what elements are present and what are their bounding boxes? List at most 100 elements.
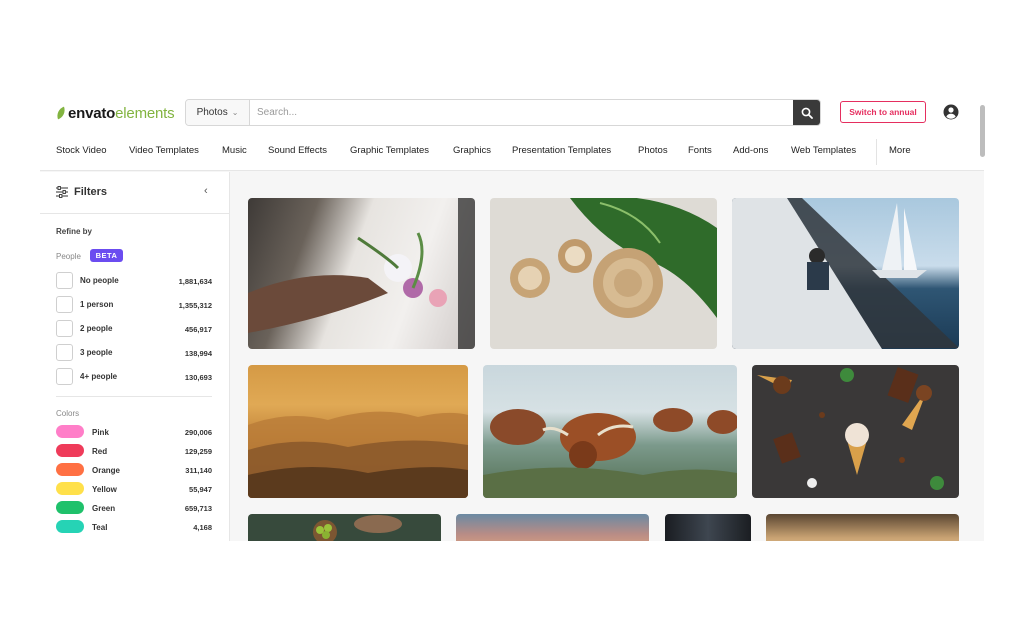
option-label: 1 person bbox=[80, 300, 114, 309]
photo-grapes-bowl[interactable] bbox=[248, 514, 441, 541]
photo-highland-cattle[interactable] bbox=[483, 365, 737, 498]
people-option-no-people[interactable]: No people 1,881,634 bbox=[56, 272, 212, 289]
nav-item-music[interactable]: Music bbox=[222, 145, 247, 156]
section-divider bbox=[56, 396, 212, 397]
colors-filter-label: Colors bbox=[56, 409, 80, 418]
color-swatch bbox=[56, 463, 84, 476]
people-option-4-plus-people[interactable]: 4+ people 130,693 bbox=[56, 368, 212, 385]
search-button[interactable] bbox=[793, 100, 820, 125]
nav-item-web-templates[interactable]: Web Templates bbox=[791, 145, 856, 156]
photo-wooden-bowls[interactable] bbox=[490, 198, 717, 349]
color-label: Yellow bbox=[92, 485, 117, 494]
nav-item-stock-video[interactable]: Stock Video bbox=[56, 145, 107, 156]
checkbox[interactable] bbox=[56, 368, 73, 385]
color-label: Green bbox=[92, 504, 116, 513]
filters-sidebar: Filters ‹ Refine by People BETA No peopl… bbox=[40, 172, 230, 541]
color-swatch bbox=[56, 520, 84, 533]
checkbox[interactable] bbox=[56, 296, 73, 313]
color-count: 55,947 bbox=[189, 485, 212, 494]
nav-divider bbox=[876, 139, 877, 165]
landscape-illustration bbox=[248, 411, 468, 498]
color-count: 290,006 bbox=[184, 428, 212, 437]
option-count: 1,881,634 bbox=[178, 277, 212, 286]
ice-cream-illustration bbox=[757, 367, 944, 490]
photo-ice-cream-chocolate[interactable] bbox=[752, 365, 959, 498]
search-bar: Photos ⌄ bbox=[185, 99, 821, 126]
nav-item-add-ons[interactable]: Add-ons bbox=[733, 145, 768, 156]
logo-text-light: elements bbox=[115, 104, 175, 122]
color-label: Red bbox=[92, 447, 108, 456]
sailboat-illustration bbox=[732, 198, 959, 349]
nav-item-photos[interactable]: Photos bbox=[638, 145, 668, 156]
color-label: Teal bbox=[92, 523, 108, 532]
switch-to-annual-button[interactable]: Switch to annual bbox=[840, 101, 926, 123]
beta-badge: BETA bbox=[90, 249, 123, 262]
people-option-1-person[interactable]: 1 person 1,355,312 bbox=[56, 296, 212, 313]
photo-sunset-sky[interactable] bbox=[456, 514, 649, 541]
search-input[interactable] bbox=[250, 100, 793, 125]
scrollbar[interactable] bbox=[980, 105, 985, 157]
people-option-3-people[interactable]: 3 people 138,994 bbox=[56, 344, 212, 361]
filters-header: Filters ‹ bbox=[40, 172, 230, 214]
checkbox[interactable] bbox=[56, 344, 73, 361]
color-option-teal[interactable]: Teal 4,168 bbox=[56, 520, 212, 534]
chevron-down-icon: ⌄ bbox=[231, 108, 239, 117]
nav-item-sound-effects[interactable]: Sound Effects bbox=[268, 145, 327, 156]
color-option-green[interactable]: Green 659,713 bbox=[56, 501, 212, 515]
color-label: Pink bbox=[92, 428, 109, 437]
bowls-illustration bbox=[510, 198, 717, 318]
nav-item-fonts[interactable]: Fonts bbox=[688, 145, 712, 156]
logo-text-bold: envato bbox=[68, 104, 116, 122]
filters-title: Filters bbox=[74, 186, 108, 198]
option-label: 4+ people bbox=[80, 372, 118, 381]
color-option-red[interactable]: Red 129,259 bbox=[56, 444, 212, 458]
photo-grid bbox=[231, 172, 984, 541]
color-swatch bbox=[56, 501, 84, 514]
header: envatoelements Photos ⌄ Switch to annual… bbox=[40, 95, 984, 171]
chevron-left-icon[interactable]: ‹ bbox=[204, 185, 208, 197]
leaf-icon bbox=[54, 106, 68, 120]
people-filter-label: People bbox=[56, 252, 81, 261]
nav-item-video-templates[interactable]: Video Templates bbox=[129, 145, 199, 156]
color-count: 659,713 bbox=[184, 504, 212, 513]
option-count: 130,693 bbox=[184, 373, 212, 382]
app-window: envatoelements Photos ⌄ Switch to annual… bbox=[40, 95, 984, 541]
nav-item-graphics[interactable]: Graphics bbox=[453, 145, 491, 156]
envato-logo[interactable]: envatoelements bbox=[54, 104, 175, 122]
nav-item-presentation-templates[interactable]: Presentation Templates bbox=[512, 145, 611, 156]
option-count: 1,355,312 bbox=[178, 301, 212, 310]
search-category-select[interactable]: Photos ⌄ bbox=[186, 100, 250, 125]
people-option-2-people[interactable]: 2 people 456,917 bbox=[56, 320, 212, 337]
search-category-value: Photos bbox=[196, 107, 228, 118]
color-option-yellow[interactable]: Yellow 55,947 bbox=[56, 482, 212, 496]
color-swatch bbox=[56, 482, 84, 495]
option-label: No people bbox=[80, 276, 119, 285]
grapes-illustration bbox=[313, 515, 402, 541]
option-label: 2 people bbox=[80, 324, 113, 333]
color-count: 129,259 bbox=[184, 447, 212, 456]
color-option-orange[interactable]: Orange 311,140 bbox=[56, 463, 212, 477]
photo-dark-partial[interactable] bbox=[665, 514, 751, 541]
color-label: Orange bbox=[92, 466, 121, 475]
photo-flowers-hands[interactable] bbox=[248, 198, 475, 349]
user-account-icon[interactable] bbox=[943, 104, 959, 120]
nav-item-graphic-templates[interactable]: Graphic Templates bbox=[350, 145, 429, 156]
search-icon bbox=[801, 107, 813, 119]
option-count: 456,917 bbox=[184, 325, 212, 334]
checkbox[interactable] bbox=[56, 272, 73, 289]
color-count: 311,140 bbox=[185, 466, 212, 475]
option-count: 138,994 bbox=[184, 349, 212, 358]
photo-golden-sky[interactable] bbox=[766, 514, 959, 541]
flowers-illustration bbox=[248, 198, 475, 349]
color-option-pink[interactable]: Pink 290,006 bbox=[56, 425, 212, 439]
nav-item-more[interactable]: More bbox=[889, 145, 911, 156]
color-swatch bbox=[56, 444, 84, 457]
photo-sailboat[interactable] bbox=[732, 198, 959, 349]
option-label: 3 people bbox=[80, 348, 113, 357]
filter-sliders-icon bbox=[56, 186, 68, 198]
refine-by-heading: Refine by bbox=[56, 227, 93, 236]
checkbox[interactable] bbox=[56, 320, 73, 337]
photo-misty-landscape[interactable] bbox=[248, 365, 468, 498]
cattle-illustration bbox=[483, 408, 737, 498]
color-swatch bbox=[56, 425, 84, 438]
